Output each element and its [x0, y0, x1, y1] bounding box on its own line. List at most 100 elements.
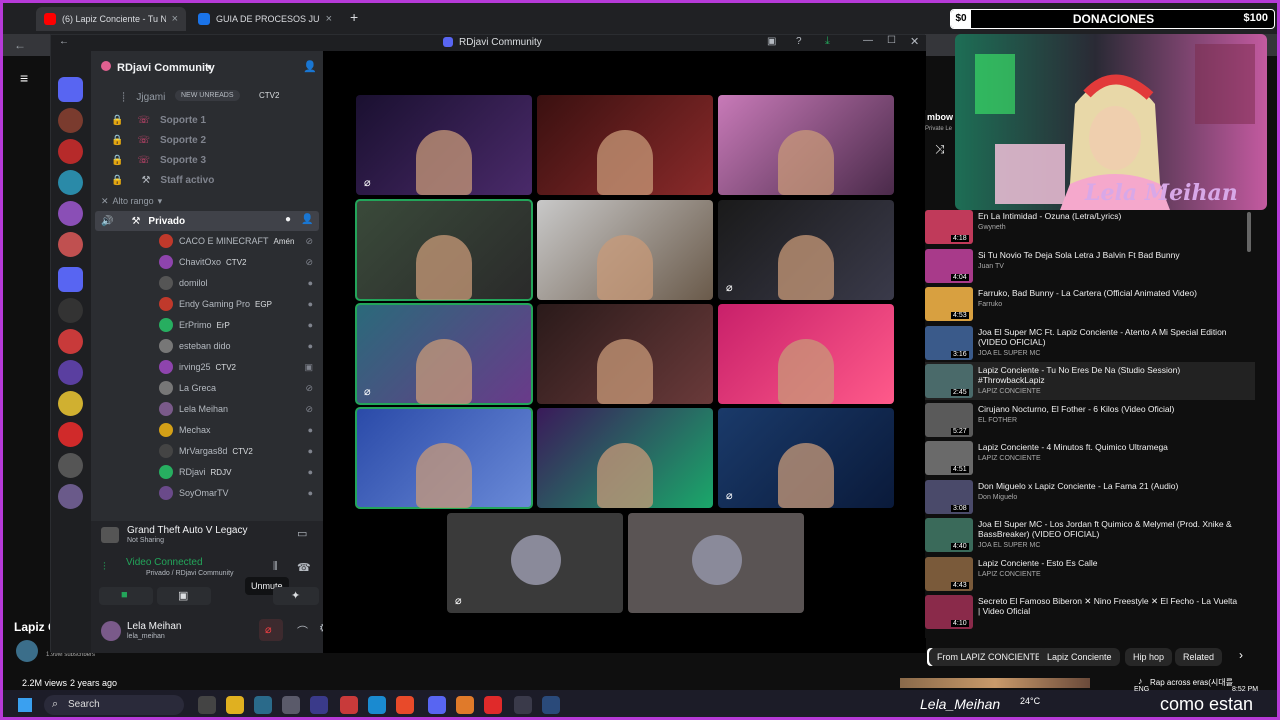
participant-video-tile[interactable]	[537, 408, 713, 508]
edge-icon[interactable]	[368, 696, 386, 714]
video-channel[interactable]: EL FOTHER	[978, 417, 1017, 424]
app-icon[interactable]	[340, 696, 358, 714]
voice-user-row[interactable]: domilol ●	[91, 273, 323, 293]
participant-video-tile[interactable]	[537, 304, 713, 404]
voice-user-row[interactable]: Lela Meihan ⊘	[91, 399, 323, 419]
participant-video-tile[interactable]	[355, 407, 533, 509]
video-title[interactable]: Si Tu Novio Te Deja Sola Letra J Balvin …	[978, 250, 1238, 260]
new-unreads-pill[interactable]: NEW UNREADS	[175, 90, 240, 101]
folder-icon[interactable]	[58, 77, 83, 102]
video-channel[interactable]: Juan TV	[978, 263, 1004, 270]
shuffle-icon[interactable]: ⤨	[935, 142, 945, 157]
voice-user-row[interactable]: ChavitOxo CTV2 ⊘	[91, 252, 323, 272]
server-icon[interactable]	[58, 170, 83, 195]
screen-share-icon[interactable]: ▭	[297, 527, 307, 540]
maximize-icon[interactable]: ☐	[887, 35, 896, 46]
up-next-video[interactable]: 3:08 Don Miguelo x Lapiz Conciente - La F…	[925, 478, 1255, 516]
windows-start-icon[interactable]	[18, 698, 32, 712]
close-tab-icon[interactable]: ×	[326, 13, 332, 25]
folder-icon[interactable]	[58, 267, 83, 292]
discord-taskbar-icon[interactable]	[428, 696, 446, 714]
channel-staff-activo[interactable]: 🔒 ⚒ Staff activo	[91, 170, 323, 190]
server-icon[interactable]	[58, 329, 83, 354]
server-icon[interactable]	[58, 453, 83, 478]
headphones-icon[interactable]: ⌒	[297, 623, 308, 639]
invite-icon[interactable]: 👤	[301, 214, 313, 225]
voice-user-row[interactable]: ErPrimo ErP ●	[91, 315, 323, 335]
channel-row-jjgami[interactable]: ┊ Jjgami NEW UNREADS CTV2	[91, 87, 323, 107]
share-screen-button[interactable]: ▣	[157, 587, 211, 605]
browser-tab-guia[interactable]: GUIA DE PROCESOS JUDICIALE ×	[190, 7, 340, 31]
server-icon[interactable]	[58, 232, 83, 257]
up-next-video[interactable]: 5:27 Cirujano Nocturno, El Fother - 6 Kil…	[925, 401, 1255, 439]
voice-user-row[interactable]: RDjavi RDJV ●	[91, 462, 323, 482]
connection-path[interactable]: Privado / RDjavi Community	[146, 570, 234, 577]
voice-user-row[interactable]: MrVargas8d CTV2 ●	[91, 441, 323, 461]
steam-icon[interactable]	[542, 696, 560, 714]
browser-tab-youtube[interactable]: (6) Lapiz Conciente - Tu No Ere ×	[36, 7, 186, 31]
voice-channel-privado[interactable]: 🔊 ⚒ Privado ● 👤	[95, 211, 319, 231]
chat-icon[interactable]: ●	[285, 214, 291, 225]
up-next-video[interactable]: 4:04 Si Tu Novio Te Deja Sola Letra J Bal…	[925, 247, 1255, 285]
mute-toggle[interactable]: ⌀	[259, 619, 283, 641]
video-title[interactable]: Cirujano Nocturno, El Fother - 6 Kilos (…	[978, 404, 1238, 414]
video-title[interactable]: Rap across eras(시대를	[1150, 677, 1233, 688]
app-icon[interactable]	[310, 696, 328, 714]
chip-from-lapiz[interactable]: From LAPIZ CONCIENTE	[929, 648, 1050, 666]
up-next-video[interactable]: 4:43 Lapiz Conciente - Esto Es Calle LAPIZ…	[925, 555, 1255, 593]
back-arrow-icon[interactable]: ←	[14, 38, 26, 52]
new-tab-button[interactable]: +	[350, 9, 358, 25]
video-channel[interactable]: LAPIZ CONCIENTE	[978, 455, 1041, 462]
channel-avatar[interactable]	[16, 640, 38, 662]
video-channel[interactable]: LAPIZ CONCIENTE	[978, 571, 1041, 578]
video-title[interactable]: Joa El Super MC - Los Jordan ft Quimico …	[978, 519, 1238, 539]
video-title[interactable]: En La Intimidad - Ozuna (Letra/Lyrics)	[978, 211, 1238, 221]
voice-user-row[interactable]: SoyOmarTV ●	[91, 483, 323, 503]
up-next-video[interactable]: 3:16 Joa El Super MC Ft. Lapiz Conciente …	[925, 324, 1255, 362]
server-icon[interactable]	[58, 422, 83, 447]
channel-soporte-3[interactable]: 🔒 ☏ Soporte 3	[91, 150, 323, 170]
server-icon[interactable]	[58, 139, 83, 164]
server-icon[interactable]	[58, 298, 83, 323]
video-channel[interactable]: JOA EL SUPER MC	[978, 350, 1040, 357]
up-next-video[interactable]: 4:51 Lapiz Conciente - 4 Minutos ft. Quim…	[925, 439, 1255, 477]
video-title[interactable]: Lapiz Conciente - Esto Es Calle	[978, 558, 1238, 568]
help-icon[interactable]: ?	[796, 36, 802, 47]
obs-icon[interactable]	[514, 696, 532, 714]
voice-user-row[interactable]: La Greca ⊘	[91, 378, 323, 398]
taskbar-search[interactable]: ⌕ Search	[44, 695, 184, 715]
video-channel[interactable]: Farruko	[978, 301, 1002, 308]
voice-user-row[interactable]: CACO E MINECRAFT Amén ⊘	[91, 231, 323, 251]
video-channel[interactable]: Don Miguelo	[978, 494, 1017, 501]
user-name[interactable]: Lela Meihan	[127, 621, 181, 632]
server-icon[interactable]	[58, 484, 83, 509]
voice-user-row[interactable]: Mechax ●	[91, 420, 323, 440]
participant-video-tile[interactable]: ⌀	[355, 303, 533, 405]
chip-related[interactable]: Related	[1175, 648, 1223, 666]
video-channel[interactable]: JOA EL SUPER MC	[978, 542, 1040, 549]
scrollbar[interactable]	[1247, 212, 1251, 252]
app-icon[interactable]	[254, 696, 272, 714]
participant-video-tile[interactable]: ⌀	[718, 408, 894, 508]
minimize-icon[interactable]: —	[863, 35, 873, 46]
calculator-icon[interactable]	[282, 696, 300, 714]
user-avatar[interactable]	[101, 621, 121, 641]
app-icon[interactable]	[456, 696, 474, 714]
participant-video-tile[interactable]	[355, 199, 533, 301]
video-title[interactable]: Farruko, Bad Bunny - La Cartera (Officia…	[978, 288, 1238, 298]
participant-audio-tile[interactable]	[628, 513, 804, 613]
participant-video-tile[interactable]: ⌀	[356, 95, 532, 195]
chevron-right-icon[interactable]: ›	[1239, 648, 1243, 662]
voice-user-row[interactable]: irving25 CTV2 ▣	[91, 357, 323, 377]
noise-suppression-icon[interactable]: ⫼	[273, 561, 278, 572]
disconnect-icon[interactable]: ☎	[297, 561, 311, 574]
server-icon[interactable]	[58, 360, 83, 385]
camera-button[interactable]: ■	[99, 587, 153, 605]
chip-lapiz-conciente[interactable]: Lapiz Conciente	[1039, 648, 1120, 666]
task-view-icon[interactable]	[198, 696, 216, 714]
server-icon[interactable]	[58, 391, 83, 416]
server-icon[interactable]	[58, 201, 83, 226]
youtube-icon[interactable]	[484, 696, 502, 714]
category-alto-rango[interactable]: ✕ Alto rango ▾	[91, 193, 323, 209]
up-next-video[interactable]: 2:45 Lapiz Conciente - Tu No Eres De Na (…	[925, 362, 1255, 400]
